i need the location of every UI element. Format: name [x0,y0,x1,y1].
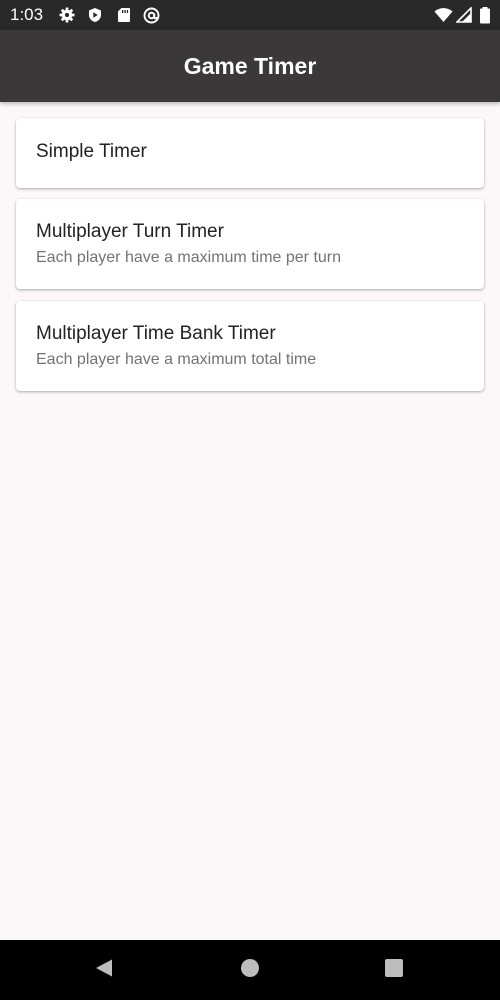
back-button[interactable] [74,940,134,1000]
navigation-bar [0,940,500,1000]
multiplayer-turn-timer-card[interactable]: Multiplayer Turn Timer Each player have … [16,199,484,289]
sd-card-icon [116,7,132,23]
status-time: 1:03 [10,5,44,24]
status-bar: 1:03 [0,0,500,30]
back-icon [94,958,114,983]
card-title: Multiplayer Time Bank Timer [36,323,276,344]
gear-icon [59,7,75,23]
home-button[interactable] [220,940,280,1000]
at-sign-icon [143,7,160,24]
shield-icon [87,7,103,23]
card-title: Multiplayer Turn Timer [36,221,224,242]
card-subtitle: Each player have a maximum time per turn [36,249,342,266]
simple-timer-card[interactable]: Simple Timer [16,118,484,188]
card-title: Simple Timer [36,141,147,162]
recents-icon [384,958,404,983]
card-subtitle: Each player have a maximum total time [36,351,317,368]
wifi-icon [434,7,453,23]
page-title: Game Timer [183,53,317,79]
battery-icon [479,7,491,24]
multiplayer-time-bank-timer-card[interactable]: Multiplayer Time Bank Timer Each player … [16,301,484,391]
signal-icon [455,6,472,23]
app-bar: Game Timer [0,30,500,102]
recents-button[interactable] [364,940,424,1000]
home-icon [240,958,260,983]
